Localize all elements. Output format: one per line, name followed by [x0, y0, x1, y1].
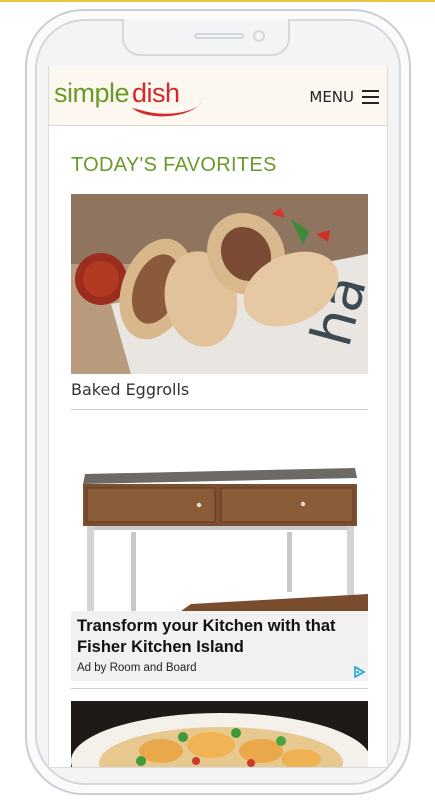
divider [71, 688, 368, 689]
site-header: simple dish MENU [49, 66, 387, 126]
ad-kitchen-island-image[interactable] [71, 454, 368, 611]
ad-choices-icon[interactable] [353, 666, 365, 678]
divider [71, 409, 368, 410]
menu-button[interactable]: MENU [309, 86, 379, 108]
hamburger-icon [362, 90, 379, 104]
phone-camera [253, 30, 265, 42]
ad-headline[interactable]: Transform your Kitchen with that Fisher … [77, 616, 362, 658]
phone-speaker [194, 33, 244, 39]
shrimp-dish-image[interactable] [71, 701, 368, 767]
simpledish-logo[interactable]: simple dish [54, 76, 204, 120]
baked-eggrolls-image[interactable]: ha [71, 194, 368, 374]
logo-text-dish: dish [132, 78, 180, 108]
card-title-baked-eggrolls[interactable]: Baked Eggrolls [71, 380, 189, 399]
section-title: TODAY'S FAVORITES [71, 154, 277, 176]
logo-text-simple: simple [54, 78, 130, 108]
ad-text-box[interactable]: Transform your Kitchen with that Fisher … [71, 611, 368, 681]
ad-byline: Ad by Room and Board [77, 662, 197, 674]
menu-label: MENU [309, 88, 354, 106]
top-accent-line [0, 0, 435, 2]
phone-screen: simple dish MENU TODAY'S FAVORITES ha Ba… [48, 66, 388, 768]
